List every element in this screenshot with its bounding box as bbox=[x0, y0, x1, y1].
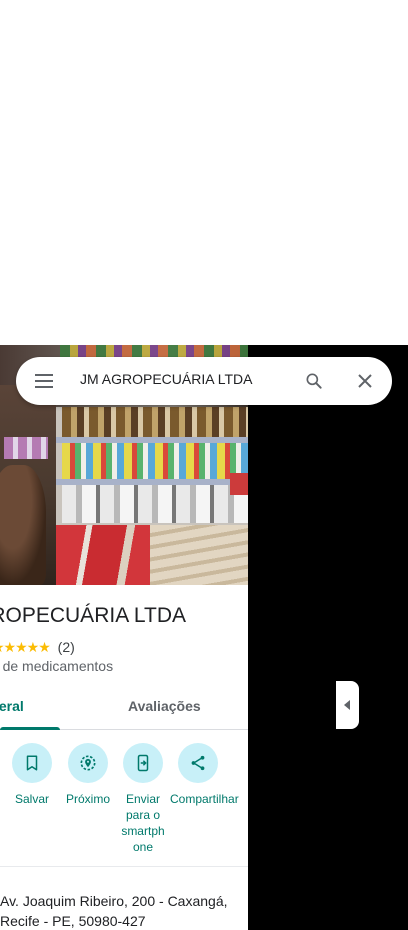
top-blank-area bbox=[0, 0, 408, 345]
send-to-phone-label: Enviar para o smartph one bbox=[121, 792, 165, 854]
rating-count[interactable]: (2) bbox=[58, 639, 75, 655]
photo-shelf-row bbox=[62, 485, 248, 523]
caret-left-icon bbox=[343, 700, 350, 710]
nearby-label: Próximo bbox=[65, 792, 110, 806]
save-button[interactable]: Salvar bbox=[4, 743, 60, 807]
collapse-panel-button[interactable] bbox=[336, 681, 359, 729]
tab-overview[interactable]: io geral bbox=[0, 698, 24, 714]
photo-shelf-row bbox=[62, 443, 248, 479]
active-tab-indicator bbox=[0, 727, 60, 730]
share-label: Compartilhar bbox=[170, 792, 239, 806]
menu-icon[interactable] bbox=[32, 369, 56, 393]
place-category[interactable]: sta de medicamentos bbox=[0, 658, 113, 674]
search-input[interactable] bbox=[80, 371, 290, 387]
search-box bbox=[16, 357, 392, 405]
photo-ceiling-items bbox=[60, 345, 248, 357]
nearby-button[interactable]: Próximo bbox=[60, 743, 116, 807]
photo-pink-items bbox=[4, 437, 48, 459]
photo-shelf-row bbox=[62, 407, 248, 437]
close-icon[interactable] bbox=[353, 369, 377, 393]
tab-bar: io geral Avaliações bbox=[0, 685, 248, 730]
star-rating-icon: ★★★★★ bbox=[0, 639, 51, 655]
nearby-icon bbox=[68, 743, 108, 783]
action-buttons: Salvar Próximo Enviar para o smartph one… bbox=[0, 743, 248, 863]
photo-red-box bbox=[230, 473, 248, 495]
bookmark-icon bbox=[12, 743, 52, 783]
section-divider bbox=[0, 866, 248, 867]
save-label: Salvar bbox=[14, 792, 49, 806]
place-panel: AGROPECUÁRIA LTDA ★★★★★ (2) sta de medic… bbox=[0, 345, 248, 930]
send-to-phone-icon bbox=[123, 743, 163, 783]
search-icon[interactable] bbox=[302, 369, 326, 393]
share-button[interactable]: Compartilhar bbox=[170, 743, 239, 807]
send-to-phone-button[interactable]: Enviar para o smartph one bbox=[115, 743, 171, 855]
share-icon bbox=[178, 743, 218, 783]
map-canvas[interactable] bbox=[248, 345, 408, 930]
rating-row[interactable]: ★★★★★ (2) bbox=[0, 639, 75, 656]
tab-reviews[interactable]: Avaliações bbox=[128, 698, 201, 714]
photo-person bbox=[0, 465, 46, 585]
place-title: AGROPECUÁRIA LTDA bbox=[0, 604, 186, 627]
photo-bags-right bbox=[150, 525, 248, 585]
address-text[interactable]: Av. Joaquim Ribeiro, 200 - Caxangá, Reci… bbox=[0, 891, 240, 930]
